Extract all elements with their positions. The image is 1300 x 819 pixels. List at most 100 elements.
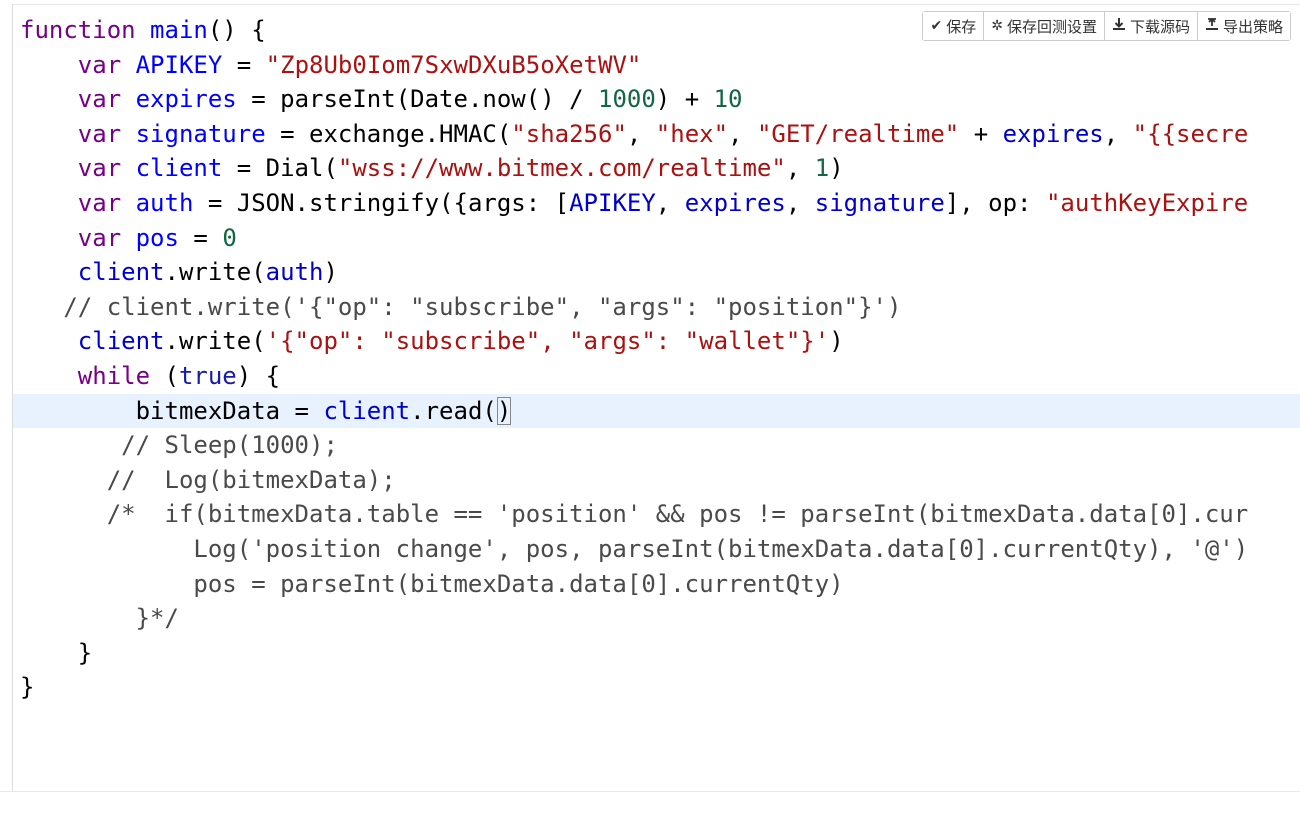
- code-editor[interactable]: function main() { var APIKEY = "Zp8Ub0Io…: [12, 4, 1300, 792]
- code-line[interactable]: var auth = JSON.stringify({args: [APIKEY…: [13, 186, 1300, 221]
- code-token: ], op:: [944, 188, 1046, 217]
- code-token: ): [829, 327, 844, 356]
- code-token: ,: [655, 188, 685, 217]
- code-token: 1000: [598, 85, 656, 114]
- code-token: .read(: [410, 396, 497, 425]
- code-token: "sha256": [511, 119, 627, 148]
- download-source-button[interactable]: 下载源码: [1104, 12, 1198, 40]
- code-token: var: [77, 50, 122, 79]
- code-comment: // Log(bitmexData);: [106, 465, 396, 494]
- code-line[interactable]: pos = parseInt(bitmexData.data[0].curren…: [13, 567, 1300, 602]
- code-line[interactable]: }: [13, 636, 1300, 671]
- code-token: while: [77, 361, 151, 390]
- code-token: client: [77, 327, 165, 356]
- save-button[interactable]: ✔ 保存: [923, 12, 985, 40]
- code-token: "Zp8Ub0Iom7SxwDXuB5oXetWV": [265, 50, 642, 79]
- code-token: expires: [684, 188, 786, 217]
- code-token: .write(: [164, 258, 266, 287]
- code-token: auth: [135, 188, 194, 217]
- code-line[interactable]: var pos = 0: [13, 221, 1300, 256]
- code-token: true: [178, 361, 237, 390]
- save-backtest-settings-button[interactable]: ✲ 保存回测设置: [984, 12, 1105, 40]
- code-line[interactable]: // Log(bitmexData);: [13, 463, 1300, 498]
- code-token: var: [77, 223, 122, 252]
- code-token: 10: [713, 85, 743, 114]
- code-token: ) {: [236, 361, 281, 390]
- code-token: () {: [207, 16, 266, 44]
- code-token: =: [178, 223, 223, 252]
- code-token: client: [135, 154, 223, 183]
- code-token: "{{secre: [1132, 119, 1249, 148]
- code-token: ) +: [655, 85, 714, 114]
- code-token: = parseInt(Date.now() /: [236, 85, 598, 114]
- export-strategy-label: 导出策略: [1222, 17, 1283, 36]
- code-token: = Dial(: [222, 154, 338, 183]
- code-line[interactable]: }*/: [13, 601, 1300, 636]
- code-line[interactable]: var client = Dial("wss://www.bitmex.com/…: [13, 151, 1300, 186]
- editor-footer: [0, 791, 1300, 819]
- code-token: = exchange.HMAC(: [265, 119, 512, 148]
- export-icon: [1205, 17, 1219, 35]
- code-token: var: [77, 154, 122, 183]
- code-token: ,: [785, 154, 815, 183]
- code-token: signature: [135, 119, 266, 148]
- export-strategy-button[interactable]: 导出策略: [1197, 12, 1290, 40]
- code-comment: // Sleep(1000);: [121, 431, 338, 460]
- code-token: = JSON.stringify({args: [: [193, 188, 570, 217]
- code-line-active[interactable]: bitmexData = client.read(): [13, 393, 1300, 429]
- code-token: ,: [1103, 119, 1133, 148]
- code-token: expires: [135, 85, 237, 114]
- code-comment: pos = parseInt(bitmexData.data[0].curren…: [193, 569, 844, 598]
- download-icon: [1112, 17, 1126, 35]
- code-token: "GET/realtime": [756, 119, 960, 148]
- code-token: APIKEY: [135, 50, 223, 79]
- code-token: ,: [626, 119, 656, 148]
- code-comment: Log('position change', pos, parseInt(bit…: [193, 534, 1249, 563]
- code-comment: }*/: [135, 604, 179, 633]
- code-line[interactable]: Log('position change', pos, parseInt(bit…: [13, 532, 1300, 567]
- code-line[interactable]: while (true) {: [13, 359, 1300, 394]
- code-line[interactable]: var signature = exchange.HMAC("sha256", …: [13, 117, 1300, 152]
- code-line[interactable]: // client.write('{"op": "subscribe", "ar…: [13, 290, 1300, 325]
- code-token: ): [829, 154, 844, 183]
- code-line[interactable]: client.write(auth): [13, 255, 1300, 290]
- code-line[interactable]: var expires = parseInt(Date.now() / 1000…: [13, 82, 1300, 117]
- code-token: auth: [265, 258, 324, 287]
- code-line[interactable]: var APIKEY = "Zp8Ub0Iom7SxwDXuB5oXetWV": [13, 48, 1300, 83]
- code-comment: /* if(bitmexData.table == 'position' && …: [106, 500, 1249, 529]
- code-line[interactable]: /* if(bitmexData.table == 'position' && …: [13, 497, 1300, 532]
- code-line[interactable]: client.write('{"op": "subscribe", "args"…: [13, 324, 1300, 359]
- code-token: '{"op": "subscribe", "args": "wallet"}': [265, 327, 830, 356]
- code-comment: // client.write('{"op": "subscribe", "ar…: [63, 292, 902, 321]
- code-token: signature: [814, 188, 945, 217]
- code-token: 1: [814, 154, 830, 183]
- code-token: +: [959, 119, 1003, 148]
- code-line[interactable]: }: [13, 670, 1300, 705]
- editor-toolbar: ✔ 保存 ✲ 保存回测设置 下载源码 导出策略: [922, 11, 1291, 41]
- code-token: client: [77, 258, 165, 287]
- save-backtest-settings-label: 保存回测设置: [1006, 17, 1097, 36]
- code-line[interactable]: // Sleep(1000);: [13, 428, 1300, 463]
- code-token: ): [323, 258, 338, 287]
- code-token: (: [150, 361, 179, 390]
- code-lines[interactable]: function main() { var APIKEY = "Zp8Ub0Io…: [13, 13, 1300, 705]
- download-source-label: 下载源码: [1129, 17, 1190, 36]
- code-token: var: [77, 85, 122, 114]
- checkmark-icon: ✔: [930, 18, 943, 34]
